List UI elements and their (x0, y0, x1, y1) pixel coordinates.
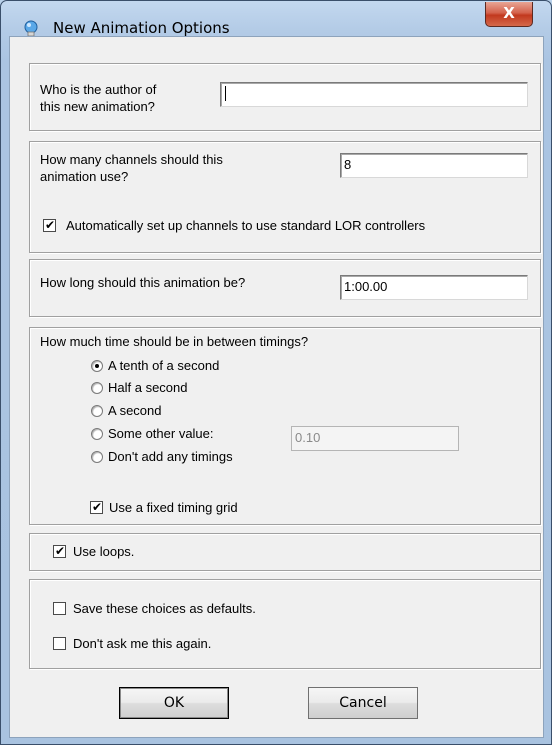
auto-setup-label[interactable]: Automatically set up channels to use sta… (66, 217, 425, 234)
radio-one-second[interactable] (91, 405, 103, 417)
fixed-grid-label[interactable]: Use a fixed timing grid (109, 499, 238, 516)
title-bar[interactable]: New Animation Options X (1, 1, 551, 41)
other-value-input[interactable]: 0.10 (291, 426, 459, 451)
radio-other-value[interactable] (91, 428, 103, 440)
author-label-line1: Who is the author of (40, 82, 157, 97)
channels-label-line1: How many channels should this (40, 152, 223, 167)
radio-no-timings-label[interactable]: Don't add any timings (108, 448, 233, 465)
radio-selected-dot (95, 364, 99, 368)
channels-input[interactable]: 8 (340, 153, 528, 178)
window-title: New Animation Options (53, 19, 230, 37)
auto-setup-checkbox[interactable]: ✔ (43, 218, 56, 232)
timings-label: How much time should be in between timin… (40, 334, 309, 349)
text-cursor (225, 86, 226, 101)
author-input[interactable] (220, 82, 528, 107)
dont-ask-checkbox[interactable] (53, 637, 66, 650)
checkmark-icon: ✔ (55, 544, 66, 558)
radio-tenth-second-label[interactable]: A tenth of a second (108, 357, 219, 374)
channels-label-line2: animation use? (40, 169, 129, 184)
dont-ask-label[interactable]: Don't ask me this again. (73, 635, 211, 652)
dialog-window: New Animation Options X Who is the autho… (0, 0, 552, 745)
checkmark-icon: ✔ (45, 218, 56, 232)
author-label-line2: this new animation? (40, 99, 155, 114)
radio-one-second-label[interactable]: A second (108, 402, 162, 419)
timings-group (29, 327, 541, 525)
dialog-client-area: Who is the author of this new animation?… (9, 36, 544, 738)
checkmark-icon: ✔ (92, 500, 103, 514)
cancel-button[interactable]: Cancel (308, 687, 418, 719)
ok-button[interactable]: OK (119, 687, 229, 719)
close-button[interactable]: X (485, 2, 533, 27)
save-defaults-label[interactable]: Save these choices as defaults. (73, 600, 256, 617)
use-loops-checkbox[interactable]: ✔ (53, 544, 66, 558)
length-label: How long should this animation be? (40, 275, 246, 290)
use-loops-label[interactable]: Use loops. (73, 543, 134, 560)
radio-half-second-label[interactable]: Half a second (108, 379, 188, 396)
save-defaults-checkbox[interactable] (53, 602, 66, 615)
length-input[interactable]: 1:00.00 (340, 275, 528, 300)
radio-no-timings[interactable] (91, 451, 103, 463)
radio-tenth-second[interactable] (91, 360, 103, 372)
preferences-group (29, 579, 541, 669)
radio-half-second[interactable] (91, 382, 103, 394)
radio-other-value-label[interactable]: Some other value: (108, 425, 214, 442)
fixed-grid-checkbox[interactable]: ✔ (90, 500, 103, 514)
